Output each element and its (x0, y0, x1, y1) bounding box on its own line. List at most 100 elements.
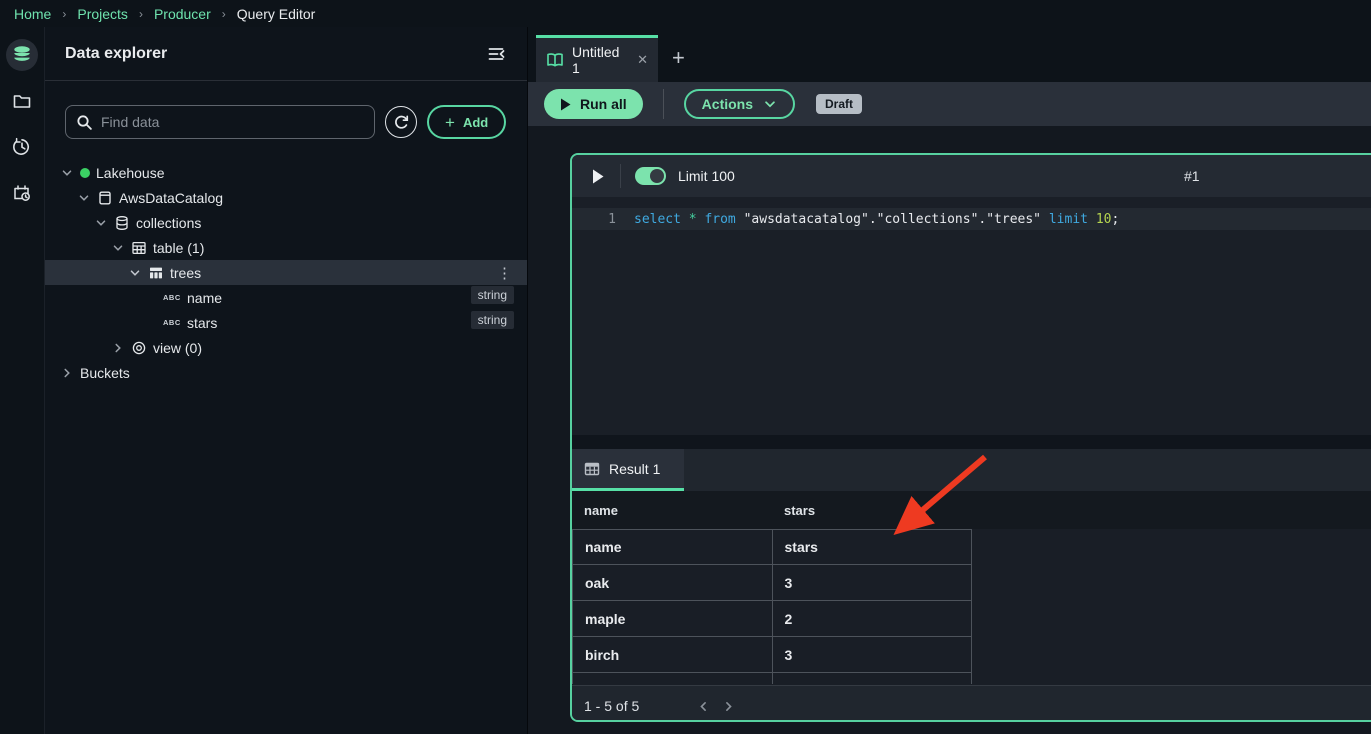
sql-semicolon: ; (1111, 212, 1119, 227)
table-row: name stars (572, 529, 972, 565)
tree-item-label: collections (136, 215, 201, 231)
chevron-down-icon[interactable] (60, 166, 74, 180)
tree-item-column-stars[interactable]: ABC stars string (45, 310, 527, 335)
table-row: birch 3 (572, 637, 972, 673)
run-cell-button[interactable] (592, 169, 604, 184)
tree-item-label: AwsDataCatalog (119, 190, 223, 206)
view-icon (131, 340, 147, 356)
sql-number: 10 (1096, 212, 1112, 227)
column-type-badge: string (471, 311, 514, 329)
table-cell[interactable]: 2 (773, 601, 973, 636)
collapse-panel-icon[interactable] (487, 44, 507, 64)
cell-section-divider (572, 435, 1371, 449)
tree-item-awsdatacatalog[interactable]: AwsDataCatalog (45, 185, 527, 210)
kebab-menu-icon[interactable]: ⋮ (497, 264, 512, 282)
files-nav-button[interactable] (6, 85, 38, 117)
table-cell[interactable]: birch (573, 637, 773, 672)
sql-code-editor[interactable]: 1 select * from "awsdatacatalog"."collec… (572, 197, 1371, 435)
close-tab-icon[interactable]: ✕ (637, 52, 648, 68)
refresh-button[interactable] (385, 106, 417, 138)
run-all-label: Run all (580, 96, 627, 112)
cell-number: #1 (1184, 168, 1200, 184)
tab-untitled-1[interactable]: Untitled 1 ✕ (536, 35, 658, 82)
table-cell[interactable]: stars (773, 530, 973, 564)
query-cell: Limit 100 #1 1 select * from "awsdatacat… (570, 153, 1371, 722)
result-table-icon (584, 461, 600, 477)
pagination-bar: 1 - 5 of 5 (572, 685, 1371, 722)
column-header-stars: stars (772, 503, 815, 518)
column-type-badge: string (471, 286, 514, 304)
chevron-right-icon[interactable] (111, 341, 125, 355)
catalog-book-icon (97, 190, 113, 206)
history-nav-button[interactable] (6, 131, 38, 163)
scheduled-queries-nav-button[interactable] (6, 177, 38, 209)
panel-title: Data explorer (65, 45, 167, 63)
table-row: maple 2 (572, 601, 972, 637)
limit-toggle[interactable] (635, 167, 666, 185)
breadcrumb-home[interactable]: Home (14, 6, 51, 22)
string-type-icon: ABC (163, 318, 181, 327)
table-cell[interactable]: 3 (773, 565, 973, 600)
search-icon (76, 114, 93, 131)
next-page-button[interactable] (722, 700, 735, 713)
tree-item-lakehouse[interactable]: Lakehouse (45, 160, 527, 185)
chevron-down-icon[interactable] (128, 266, 142, 280)
tree-item-buckets[interactable]: Buckets (45, 360, 527, 385)
table-row-partial (572, 673, 972, 684)
tree-item-column-name[interactable]: ABC name string (45, 285, 527, 310)
tree-item-trees[interactable]: trees ⋮ (45, 260, 527, 285)
string-type-icon: ABC (163, 293, 181, 302)
add-data-button[interactable]: + Add (427, 105, 506, 139)
folder-icon (12, 91, 32, 111)
notebook-book-icon (546, 51, 564, 69)
left-nav-rail (0, 27, 45, 734)
table-cell[interactable]: 3 (773, 637, 973, 672)
tree-item-collections[interactable]: collections (45, 210, 527, 235)
editor-toolbar: Run all Actions Draft (528, 82, 1371, 126)
sql-statement: select * from "awsdatacatalog"."collecti… (616, 212, 1119, 227)
previous-page-button[interactable] (697, 700, 710, 713)
limit-toggle-label: Limit 100 (678, 168, 735, 184)
sql-table-identifier: "awsdatacatalog"."collections"."trees" (744, 212, 1049, 227)
data-explorer-nav-button[interactable] (6, 39, 38, 71)
data-tree: Lakehouse AwsDataCatalog (45, 160, 527, 385)
tree-item-view-group[interactable]: view (0) (45, 335, 527, 360)
column-header-name: name (572, 503, 772, 518)
actions-dropdown-button[interactable]: Actions (684, 89, 795, 119)
breadcrumb-current-page: Query Editor (237, 6, 316, 22)
tree-item-table-group[interactable]: table (1) (45, 235, 527, 260)
chevron-down-icon (763, 97, 777, 111)
breadcrumb-projects[interactable]: Projects (77, 6, 128, 22)
table-cell[interactable]: oak (573, 565, 773, 600)
tree-item-label: Buckets (80, 365, 130, 381)
cell-header: Limit 100 #1 (572, 155, 1371, 197)
table-cell[interactable]: maple (573, 601, 773, 636)
find-data-search[interactable] (65, 105, 375, 139)
table-cell[interactable]: name (573, 530, 773, 564)
breadcrumb-separator: › (222, 7, 226, 21)
chevron-down-icon[interactable] (77, 191, 91, 205)
sql-keyword: from (704, 212, 743, 227)
code-line-1: 1 select * from "awsdatacatalog"."collec… (572, 208, 1371, 230)
tree-item-label: view (0) (153, 340, 202, 356)
breadcrumb-producer[interactable]: Producer (154, 6, 211, 22)
database-stack-icon (11, 44, 33, 66)
run-all-button[interactable]: Run all (544, 89, 643, 119)
chevron-down-icon[interactable] (111, 241, 125, 255)
new-tab-button[interactable]: + (672, 47, 685, 69)
add-button-label: Add (463, 115, 488, 130)
table-row: oak 3 (572, 565, 972, 601)
tree-item-label: table (1) (153, 240, 204, 256)
table-grid-icon (131, 240, 147, 256)
calendar-clock-icon (12, 183, 32, 203)
toolbar-divider (663, 89, 664, 119)
chevron-right-icon[interactable] (60, 366, 74, 380)
sql-keyword: limit (1049, 212, 1096, 227)
actions-label: Actions (702, 96, 753, 112)
breadcrumb: Home › Projects › Producer › Query Edito… (0, 0, 1371, 27)
search-input[interactable] (101, 114, 364, 130)
database-icon (114, 215, 130, 231)
pagination-range: 1 - 5 of 5 (584, 698, 639, 714)
chevron-down-icon[interactable] (94, 216, 108, 230)
tab-result-1[interactable]: Result 1 (572, 449, 684, 491)
